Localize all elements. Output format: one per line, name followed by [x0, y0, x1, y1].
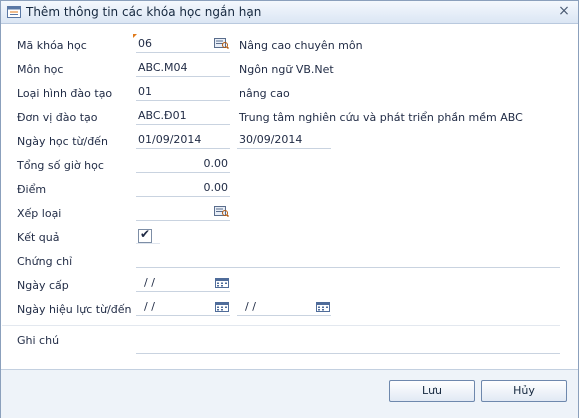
lookup-icon[interactable]: [214, 206, 229, 217]
ngay-cap-value: / /: [144, 276, 155, 289]
ket-qua-label: Kết quả: [17, 231, 60, 244]
ma-khoa-hoc-label: Mã khóa học: [17, 39, 87, 52]
divider-line: [2, 309, 560, 326]
mon-hoc-label: Môn học: [17, 63, 64, 76]
chung-chi-label: Chứng chỉ: [17, 255, 73, 268]
ghi-chu-field[interactable]: [136, 337, 560, 354]
window-app-icon: [7, 6, 21, 18]
don-vi-dao-tao-value: ABC.Đ01: [138, 109, 187, 122]
don-vi-dao-tao-description: Trung tâm nghiên cứu và phát triển phần …: [239, 111, 523, 124]
diem-field[interactable]: 0.00: [136, 180, 230, 197]
ngay-hoc-from-value: 01/09/2014: [138, 133, 202, 146]
xep-loai-field[interactable]: [136, 204, 230, 221]
ghi-chu-label: Ghi chú: [17, 334, 60, 347]
window-title: Thêm thông tin các khóa học ngắn hạn: [26, 5, 262, 19]
ma-khoa-hoc-value: 06: [138, 37, 152, 50]
chung-chi-field[interactable]: [136, 251, 560, 268]
mon-hoc-description: Ngôn ngữ VB.Net: [239, 63, 334, 76]
tong-so-gio-hoc-field[interactable]: 0.00: [136, 156, 230, 173]
ket-qua-underline: [136, 227, 160, 244]
ngay-hoc-label: Ngày học từ/đến: [17, 135, 108, 148]
tong-so-gio-hoc-value: 0.00: [203, 157, 229, 170]
loai-hinh-dao-tao-value: 01: [138, 85, 152, 98]
don-vi-dao-tao-label: Đơn vị đào tạo: [17, 111, 98, 124]
close-icon[interactable]: ×: [557, 4, 571, 18]
ngay-cap-field[interactable]: / /: [136, 275, 230, 292]
ma-khoa-hoc-description: Nâng cao chuyên môn: [239, 39, 363, 52]
ma-khoa-hoc-field[interactable]: 06: [133, 34, 230, 53]
xep-loai-label: Xếp loại: [17, 207, 62, 220]
lookup-icon[interactable]: [214, 38, 229, 49]
calendar-icon[interactable]: [215, 278, 229, 288]
don-vi-dao-tao-field[interactable]: ABC.Đ01: [136, 108, 230, 125]
ngay-hoc-to-field[interactable]: 30/09/2014: [237, 132, 331, 149]
title-bar[interactable]: Thêm thông tin các khóa học ngắn hạn ×: [1, 1, 578, 24]
loai-hinh-dao-tao-field[interactable]: 01: [136, 84, 230, 101]
mon-hoc-field[interactable]: ABC.M04: [136, 60, 230, 77]
diem-value: 0.00: [203, 181, 229, 194]
ngay-hoc-from-field[interactable]: 01/09/2014: [136, 132, 230, 149]
dialog-window: Thêm thông tin các khóa học ngắn hạn × M…: [0, 0, 579, 418]
mon-hoc-value: ABC.M04: [138, 61, 188, 74]
diem-label: Điểm: [17, 183, 47, 196]
tong-so-gio-hoc-label: Tổng số giờ học: [17, 159, 104, 172]
loai-hinh-dao-tao-label: Loại hình đào tạo: [17, 87, 113, 100]
loai-hinh-dao-tao-description: nâng cao: [239, 87, 290, 100]
required-marker: [133, 34, 137, 38]
cancel-button[interactable]: Hủy: [481, 380, 567, 402]
ngay-cap-label: Ngày cấp: [17, 279, 69, 292]
button-bar: Lưu Hủy: [1, 369, 578, 418]
ngay-hoc-to-value: 30/09/2014: [239, 133, 303, 146]
save-button[interactable]: Lưu: [389, 380, 475, 402]
